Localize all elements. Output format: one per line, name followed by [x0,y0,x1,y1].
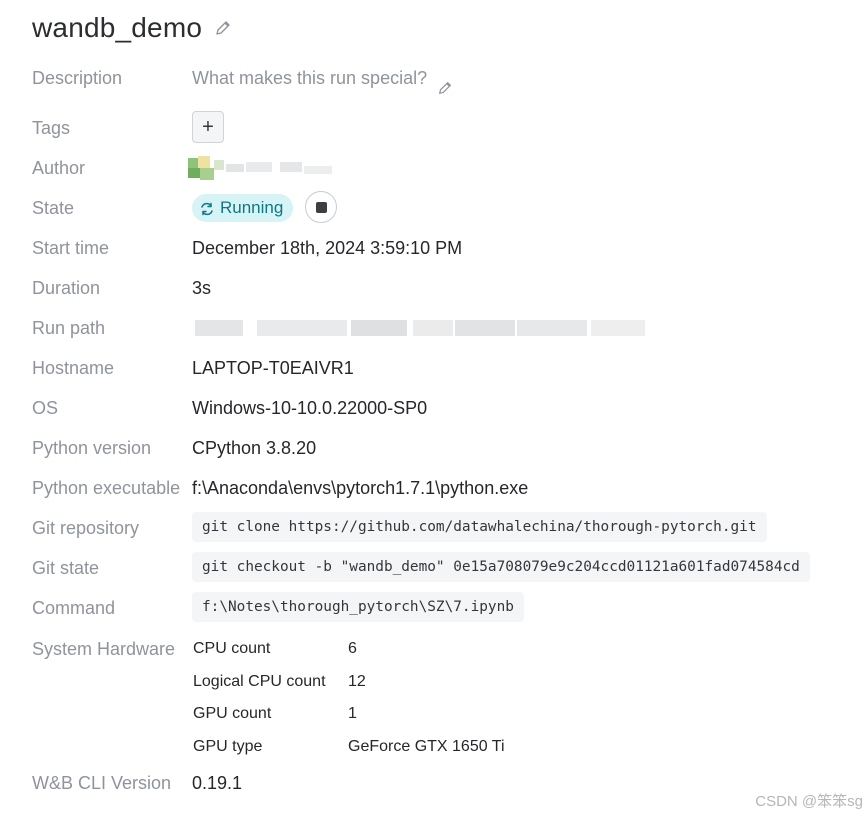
sync-icon [200,201,214,216]
run-title-row: wandb_demo [32,12,232,44]
hardware-value: 12 [348,672,366,690]
run-name-title[interactable]: wandb_demo [32,12,202,44]
state-value: Running [220,198,284,217]
stop-icon [315,201,327,213]
pencil-icon[interactable] [214,19,232,37]
hardware-key: CPU count [193,640,271,657]
tags-row: Tags + [0,108,867,148]
watermark: CSDN @笨笨sg [755,793,863,810]
command-label: Command [32,598,116,618]
system-hardware-label: System Hardware [32,639,176,659]
hardware-value: 6 [348,640,357,657]
run-path-row: Run path [0,308,867,348]
hostname-label: Hostname [32,358,115,378]
add-tag-button[interactable]: + [192,111,224,143]
state-row: State Running [0,188,867,228]
start-time-row: Start time December 18th, 2024 3:59:10 P… [0,228,867,268]
git-repository-label: Git repository [32,518,140,538]
git-state-code[interactable]: git checkout -b "wandb_demo" 0e15a708079… [192,552,810,582]
python-executable-row: Python executable f:\Anaconda\envs\pytor… [0,468,867,508]
author-row: Author [0,148,867,188]
duration-label: Duration [32,278,101,298]
hardware-key: GPU count [193,705,272,723]
os-row: OS Windows-10-10.0.22000-SP0 [0,388,867,428]
run-path-blurred[interactable] [195,320,645,336]
hardware-key: Logical CPU count [193,672,326,690]
duration-row: Duration 3s [0,268,867,308]
start-time-value: December 18th, 2024 3:59:10 PM [192,238,463,258]
stop-run-button[interactable] [305,191,337,223]
os-value: Windows-10-10.0.22000-SP0 [192,398,428,418]
state-badge: Running [192,194,294,222]
description-placeholder: What makes this run special? [192,68,428,88]
description-field[interactable]: What makes this run special? [192,58,453,98]
hostname-row: Hostname LAPTOP-T0EAIVR1 [0,348,867,388]
run-path-label: Run path [32,318,106,338]
python-version-value: CPython 3.8.20 [192,438,317,458]
cli-version-value: 0.19.1 [192,773,243,793]
python-version-label: Python version [32,438,152,458]
description-row: Description What makes this run special? [0,58,867,98]
python-executable-value: f:\Anaconda\envs\pytorch1.7.1\python.exe [192,478,529,498]
duration-value: 3s [192,278,212,298]
cli-version-label: W&B CLI Version [32,773,172,793]
tags-label: Tags [32,118,71,138]
pencil-icon[interactable] [437,70,453,94]
git-state-row: Git state git checkout -b "wandb_demo" 0… [0,548,867,588]
state-label: State [32,198,75,218]
description-label: Description [32,68,123,88]
hardware-key: GPU type [193,738,263,756]
hardware-value: 1 [348,705,357,723]
git-repository-row: Git repository git clone https://github.… [0,508,867,548]
git-state-label: Git state [32,558,100,578]
command-row: Command f:\Notes\thorough_pytorch\SZ\7.i… [0,588,867,628]
hostname-value: LAPTOP-T0EAIVR1 [192,358,354,378]
author-label: Author [32,158,86,178]
os-label: OS [32,398,59,418]
python-version-row: Python version CPython 3.8.20 [0,428,867,468]
python-executable-label: Python executable [32,478,181,498]
author-avatar-blurred[interactable] [188,156,348,180]
git-repository-code[interactable]: git clone https://github.com/datawhalech… [192,512,767,542]
start-time-label: Start time [32,238,110,258]
cli-version-row: W&B CLI Version 0.19.1 [0,763,867,803]
command-code[interactable]: f:\Notes\thorough_pytorch\SZ\7.ipynb [192,592,524,622]
hardware-value: GeForce GTX 1650 Ti [348,738,505,756]
